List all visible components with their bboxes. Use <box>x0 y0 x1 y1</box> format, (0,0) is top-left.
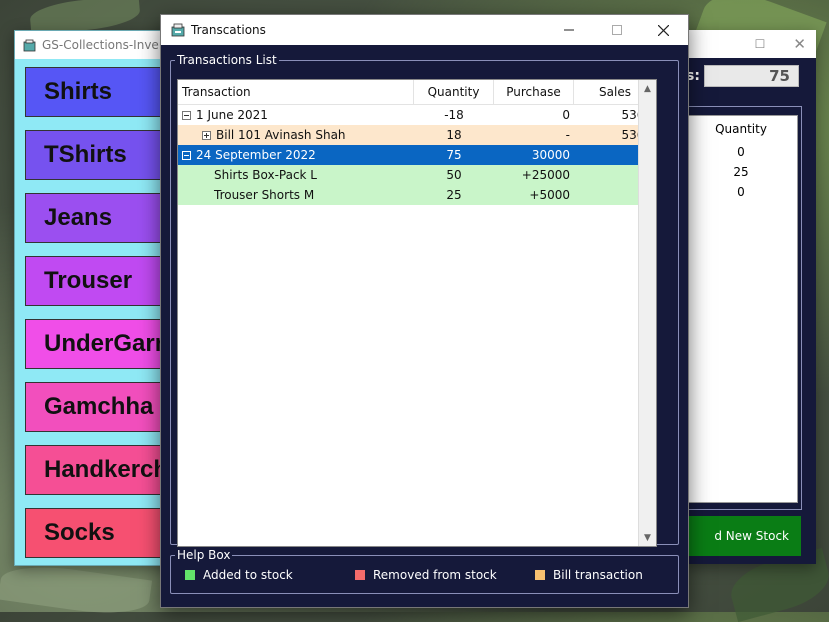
column-header-purchase[interactable]: Purchase <box>494 80 574 104</box>
close-icon[interactable]: ✕ <box>793 35 806 53</box>
vertical-scrollbar[interactable]: ▲ ▼ <box>638 80 656 546</box>
quantity-column-header: Quantity <box>715 122 767 136</box>
expand-icon[interactable] <box>202 130 211 140</box>
help-box-group: Help Box Added to stock Removed from sto… <box>170 548 679 594</box>
app-icon <box>171 23 185 37</box>
transaction-name-cell: Trouser Shorts M <box>178 185 414 205</box>
transaction-quantity-cell: 18 <box>446 128 462 142</box>
transaction-row[interactable]: 1 June 2021 -18 0 5369 <box>178 105 656 125</box>
minimize-icon[interactable] <box>546 15 592 45</box>
transaction-name-cell: 1 June 2021 <box>178 105 414 125</box>
stock-title-bar: ☐ ✕ <box>684 30 816 58</box>
transaction-quantity-cell: -18 <box>444 108 464 122</box>
transaction-row[interactable]: Bill 101 Avinash Shah 18-5369 <box>178 125 656 145</box>
transaction-name: Bill 101 Avinash Shah <box>216 128 346 142</box>
removed-swatch <box>355 570 365 580</box>
transaction-quantity-cell: 50 <box>446 168 462 182</box>
transactions-list-label: Transactions List <box>177 53 277 67</box>
transaction-row[interactable]: Shirts Box-Pack L50+25000- <box>178 165 656 185</box>
transaction-purchase-cell: 0 <box>562 108 570 122</box>
total-quantity-field[interactable]: 75 <box>704 65 799 87</box>
transactions-list-group: Transactions List Transaction Quantity P… <box>170 53 679 547</box>
help-item-removed: Removed from stock <box>355 568 497 582</box>
transaction-name: Trouser Shorts M <box>214 188 315 202</box>
transaction-name: 24 September 2022 <box>196 148 316 162</box>
close-icon[interactable] <box>640 15 686 45</box>
transaction-name: Shirts Box-Pack L <box>214 168 317 182</box>
transaction-quantity-cell: 25 <box>446 188 462 202</box>
transaction-name: 1 June 2021 <box>196 108 268 122</box>
transactions-tree[interactable]: Transaction Quantity Purchase Sales 1 Ju… <box>177 79 657 547</box>
transaction-purchase-cell: +25000 <box>521 168 570 182</box>
maximize-icon[interactable] <box>594 15 640 45</box>
add-new-stock-button[interactable]: d New Stock <box>684 516 801 556</box>
column-header-transaction[interactable]: Transaction <box>178 80 414 104</box>
column-header-quantity[interactable]: Quantity <box>414 80 494 104</box>
help-item-label: Bill transaction <box>553 568 643 582</box>
scroll-up-icon[interactable]: ▲ <box>639 80 656 97</box>
transaction-name-cell: Bill 101 Avinash Shah <box>178 125 414 145</box>
scroll-down-icon[interactable]: ▼ <box>639 529 656 546</box>
transaction-quantity-cell: 75 <box>446 148 462 162</box>
transaction-row[interactable]: 24 September 202275300000 <box>178 145 656 165</box>
added-swatch <box>185 570 195 580</box>
window-title: Transcations <box>191 23 266 37</box>
transactions-title-bar: Transcations <box>161 15 688 45</box>
transactions-header: Transaction Quantity Purchase Sales <box>178 80 656 105</box>
transaction-name-cell: Shirts Box-Pack L <box>178 165 414 185</box>
transaction-name-cell: 24 September 2022 <box>178 145 414 165</box>
transactions-rows: 1 June 2021 -18 0 5369 Bill 101 Avinash Shah… <box>178 105 656 205</box>
inventory-title: GS-Collections-Invent <box>42 38 172 52</box>
transaction-purchase-cell: 30000 <box>531 148 570 162</box>
stock-quantity-list[interactable]: Quantity 0 25 0 <box>684 115 798 503</box>
help-item-label: Added to stock <box>203 568 293 582</box>
quantity-value: 0 <box>737 185 745 199</box>
help-item-bill: Bill transaction <box>535 568 643 582</box>
help-item-label: Removed from stock <box>373 568 497 582</box>
maximize-icon[interactable]: ☐ <box>755 37 766 51</box>
transaction-row[interactable]: Trouser Shorts M25+5000- <box>178 185 656 205</box>
quantity-value: 25 <box>733 165 749 179</box>
transaction-purchase-cell: +5000 <box>529 188 570 202</box>
help-item-added: Added to stock <box>185 568 293 582</box>
quantity-value: 0 <box>737 145 745 159</box>
collapse-icon[interactable] <box>182 150 191 160</box>
background-leaf <box>0 559 153 621</box>
help-box-label: Help Box <box>177 548 231 562</box>
stock-window: ☐ ✕ s: 75 Quantity 0 25 0 d New Stock <box>684 30 816 564</box>
collapse-icon[interactable] <box>182 110 191 120</box>
bill-swatch <box>535 570 545 580</box>
app-icon <box>23 39 36 51</box>
transactions-window: Transcations Transactions List Transacti… <box>160 14 689 608</box>
transaction-purchase-cell: - <box>565 128 570 142</box>
